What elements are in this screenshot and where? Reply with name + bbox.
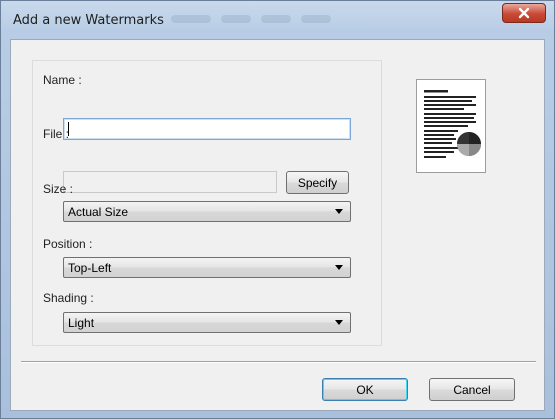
name-input[interactable]	[63, 118, 351, 140]
position-label: Position :	[43, 237, 93, 251]
size-value: Actual Size	[68, 205, 129, 219]
shading-value: Light	[68, 316, 95, 330]
document-preview-icon	[424, 90, 481, 158]
window-title: Add a new Watermarks	[13, 13, 164, 28]
dialog-body: Name : File : Specify Size : Actual Size…	[10, 39, 545, 411]
close-icon	[518, 7, 530, 19]
name-label: Name :	[43, 73, 82, 87]
dialog-window: Add a new Watermarks Name : File : Speci…	[0, 0, 555, 419]
specify-button[interactable]: Specify	[286, 171, 349, 194]
position-value: Top-Left	[68, 261, 112, 275]
watermark-settings-group: Name : File : Specify Size : Actual Size…	[32, 60, 382, 346]
close-button[interactable]	[502, 3, 546, 23]
title-bar[interactable]: Add a new Watermarks	[1, 1, 554, 39]
file-label: File :	[43, 127, 70, 141]
file-field	[63, 171, 277, 193]
button-divider	[21, 361, 536, 363]
size-label: Size :	[43, 182, 74, 196]
shading-label: Shading :	[43, 291, 94, 305]
chevron-down-icon	[335, 320, 343, 325]
chevron-down-icon	[335, 209, 343, 214]
chevron-down-icon	[335, 265, 343, 270]
cancel-button[interactable]: Cancel	[429, 378, 515, 401]
watermark-preview	[416, 79, 486, 173]
size-dropdown[interactable]: Actual Size	[63, 201, 351, 222]
shading-dropdown[interactable]: Light	[63, 312, 351, 333]
position-dropdown[interactable]: Top-Left	[63, 257, 351, 278]
ok-button[interactable]: OK	[322, 378, 408, 401]
background-tabs	[161, 13, 351, 27]
